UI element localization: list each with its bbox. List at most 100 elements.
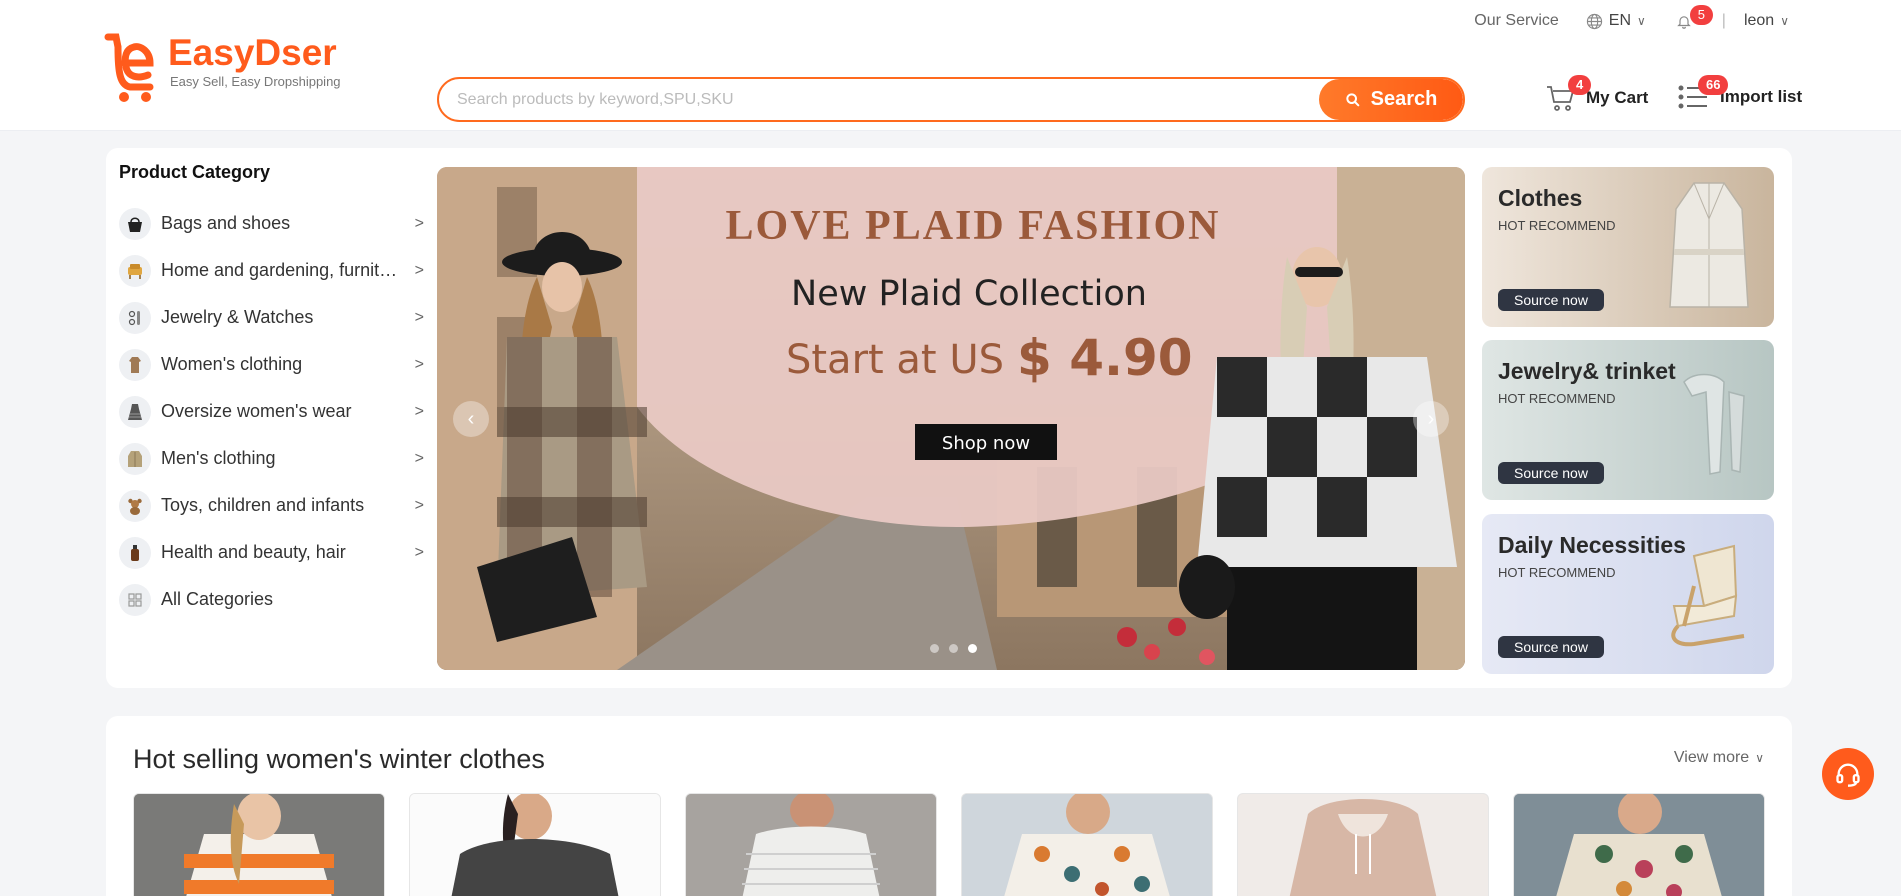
banner-dot[interactable] <box>930 644 939 653</box>
search-bar: Search <box>437 77 1465 122</box>
source-now-button[interactable]: Source now <box>1498 462 1604 484</box>
banner-headline: LOVE PLAID FASHION <box>726 203 1221 249</box>
chevron-down-icon: ∨ <box>1755 751 1764 765</box>
hero-banner[interactable]: LOVE PLAID FASHION New Plaid Collection … <box>437 167 1465 670</box>
chevron-right-icon: > <box>414 355 424 373</box>
category-item-toys-children[interactable]: Toys, children and infants > <box>119 482 424 529</box>
banner-artwork: LOVE PLAID FASHION New Plaid Collection … <box>437 167 1465 670</box>
banner-dot[interactable] <box>949 644 958 653</box>
banner-price-prefix: Start at US <box>786 337 1004 383</box>
product-image <box>686 794 936 896</box>
divider: | <box>1721 12 1726 29</box>
chevron-right-icon: > <box>414 449 424 467</box>
customer-service-button[interactable] <box>1822 748 1874 800</box>
product-card[interactable] <box>685 793 937 896</box>
product-card[interactable] <box>409 793 661 896</box>
banner-next-button[interactable]: › <box>1413 401 1449 437</box>
category-item-bags-shoes[interactable]: Bags and shoes > <box>119 200 424 247</box>
category-label: Women's clothing <box>161 354 303 374</box>
chevron-right-icon: > <box>414 402 424 420</box>
notifications-button[interactable]: 5 <box>1674 5 1714 31</box>
chevron-right-icon: > <box>414 496 424 514</box>
cart-logo-icon <box>104 33 154 102</box>
coat-icon <box>119 348 151 381</box>
chevron-right-icon: > <box>414 543 424 561</box>
logo-name: EasyDser <box>168 32 337 73</box>
language-label: EN <box>1608 12 1631 29</box>
logo[interactable]: EasyDser Easy Sell, Easy Dropshipping <box>104 33 341 103</box>
side-card-clothes[interactable]: Clothes HOT RECOMMEND Source now <box>1482 167 1774 327</box>
category-label: Jewelry & Watches <box>161 307 314 327</box>
trench-coat-icon <box>1669 182 1749 308</box>
source-now-button[interactable]: Source now <box>1498 636 1604 658</box>
category-label: Oversize women's wear <box>161 401 352 421</box>
chevron-right-icon: > <box>414 214 424 232</box>
banner-subhead: New Plaid Collection <box>791 274 1147 314</box>
section-title: Hot selling women's winter clothes <box>133 744 545 774</box>
import-list-button[interactable]: 66 Import list <box>1678 75 1802 110</box>
our-service-link[interactable]: Our Service <box>1474 12 1558 30</box>
category-item-health-beauty[interactable]: Health and beauty, hair > <box>119 529 424 576</box>
top-bar: Our Service EN ∨ 5 | leon ∨ <box>1474 5 1789 32</box>
category-item-mens-clothing[interactable]: Men's clothing > <box>119 435 424 482</box>
category-item-womens-clothing[interactable]: Women's clothing > <box>119 341 424 388</box>
category-label: Men's clothing <box>161 448 276 468</box>
side-card-title: Clothes <box>1498 185 1583 211</box>
category-title: Product Category <box>119 162 271 182</box>
chevron-down-icon: ∨ <box>1780 14 1789 28</box>
jewelry-icon <box>119 301 151 334</box>
banner-price: $ 4.90 <box>1017 329 1193 387</box>
chevron-down-icon: ∨ <box>1637 14 1646 28</box>
hot-selling-section: Hot selling women's winter clothes View … <box>106 716 1792 896</box>
side-card-subtitle: HOT RECOMMEND <box>1498 565 1616 580</box>
scarf-icon <box>1683 373 1745 475</box>
jacket-icon <box>119 442 151 475</box>
logo-tagline: Easy Sell, Easy Dropshipping <box>170 74 341 89</box>
site-header: Our Service EN ∨ 5 | leon ∨ EasyDser Eas… <box>0 0 1901 131</box>
product-image <box>1514 794 1764 896</box>
language-selector[interactable]: EN ∨ <box>1586 12 1646 30</box>
product-card[interactable] <box>133 793 385 896</box>
banner-dot-active[interactable] <box>968 644 977 653</box>
category-item-jewelry-watches[interactable]: Jewelry & Watches > <box>119 294 424 341</box>
product-card[interactable] <box>961 793 1213 896</box>
headset-icon <box>1836 763 1860 787</box>
category-item-all[interactable]: All Categories <box>119 576 424 623</box>
product-image <box>410 794 660 896</box>
category-list: Bags and shoes > Home and gardening, fur… <box>119 200 424 623</box>
side-card-jewelry[interactable]: Jewelry& trinket HOT RECOMMEND Source no… <box>1482 340 1774 500</box>
dress-icon <box>119 395 151 428</box>
category-item-oversize-womens[interactable]: Oversize women's wear > <box>119 388 424 435</box>
product-image <box>134 794 384 896</box>
shop-now-button[interactable]: Shop now <box>942 433 1030 454</box>
chevron-right-icon: > <box>414 261 424 279</box>
view-more-link[interactable]: View more ∨ <box>1674 749 1764 767</box>
search-button[interactable]: Search <box>1319 79 1463 120</box>
source-now-button[interactable]: Source now <box>1498 289 1604 311</box>
cart-count-badge: 4 <box>1568 75 1592 95</box>
search-input[interactable] <box>439 79 1319 120</box>
category-label: All Categories <box>161 589 274 609</box>
teddy-bear-icon <box>119 489 151 522</box>
grid-icon <box>119 583 151 616</box>
search-icon <box>1345 92 1359 106</box>
product-card[interactable] <box>1237 793 1489 896</box>
view-more-label: View more <box>1673 749 1750 766</box>
banner-prev-button[interactable]: ‹ <box>453 401 489 437</box>
banner-pagination <box>930 644 977 653</box>
chevron-right-icon: > <box>414 308 424 326</box>
category-label: Health and beauty, hair <box>161 542 346 562</box>
user-menu[interactable]: leon ∨ <box>1744 12 1789 30</box>
category-item-home-garden[interactable]: Home and gardening, furnitu... > <box>119 247 424 294</box>
bottle-icon <box>119 536 151 569</box>
lounge-chair-icon <box>1671 544 1745 647</box>
notification-badge: 5 <box>1689 5 1714 25</box>
my-cart-button[interactable]: 4 My Cart <box>1546 75 1649 112</box>
product-card[interactable] <box>1513 793 1765 896</box>
category-label: Toys, children and infants <box>161 495 365 515</box>
search-button-label: Search <box>1370 88 1438 110</box>
cart-label: My Cart <box>1586 88 1649 107</box>
side-card-subtitle: HOT RECOMMEND <box>1498 218 1616 233</box>
handbag-icon <box>119 207 151 240</box>
side-card-daily-necessities[interactable]: Daily Necessities HOT RECOMMEND Source n… <box>1482 514 1774 674</box>
